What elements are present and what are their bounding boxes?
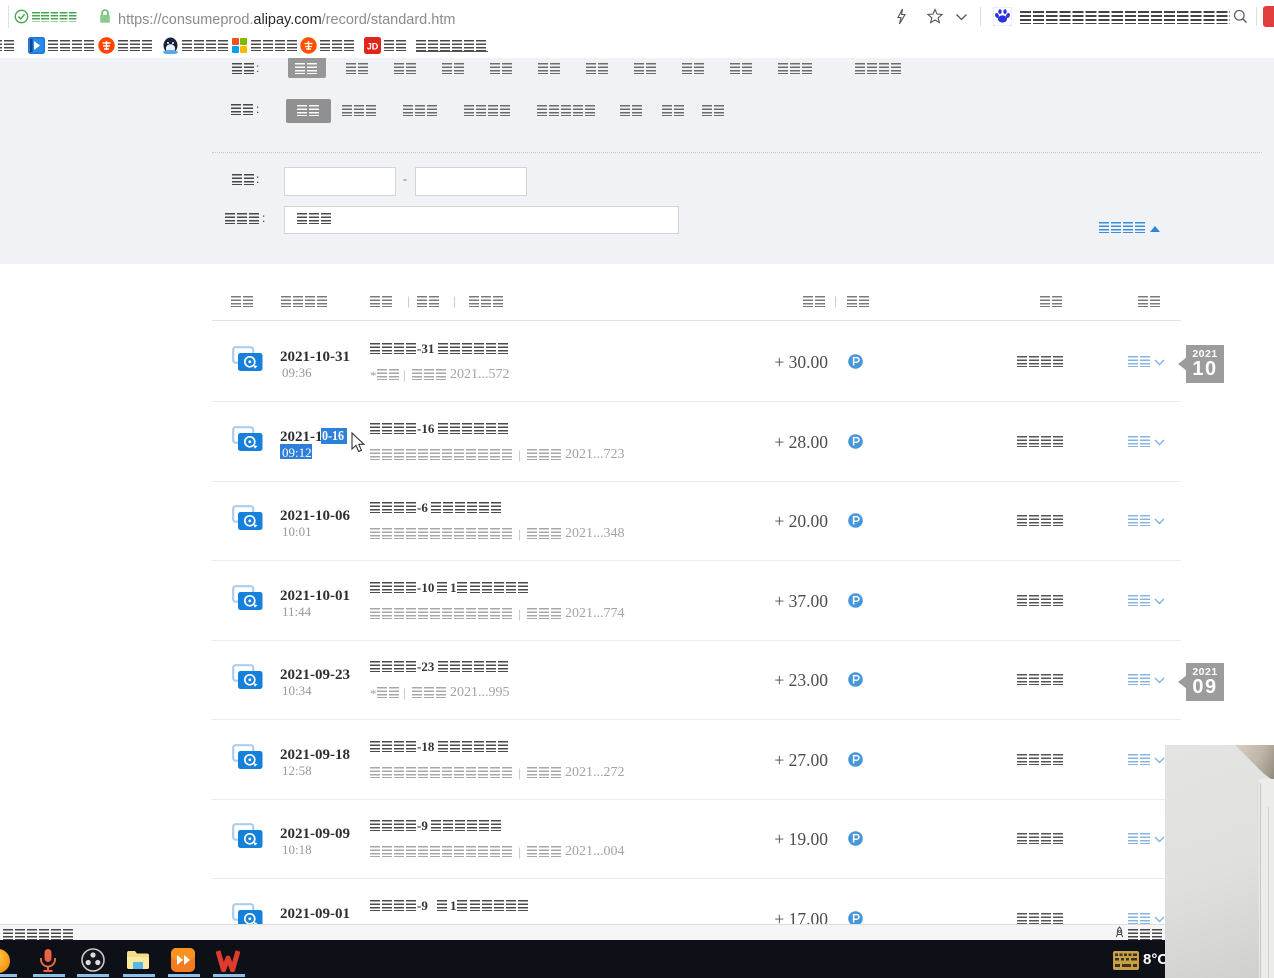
svg-text:JD: JD	[367, 42, 379, 52]
